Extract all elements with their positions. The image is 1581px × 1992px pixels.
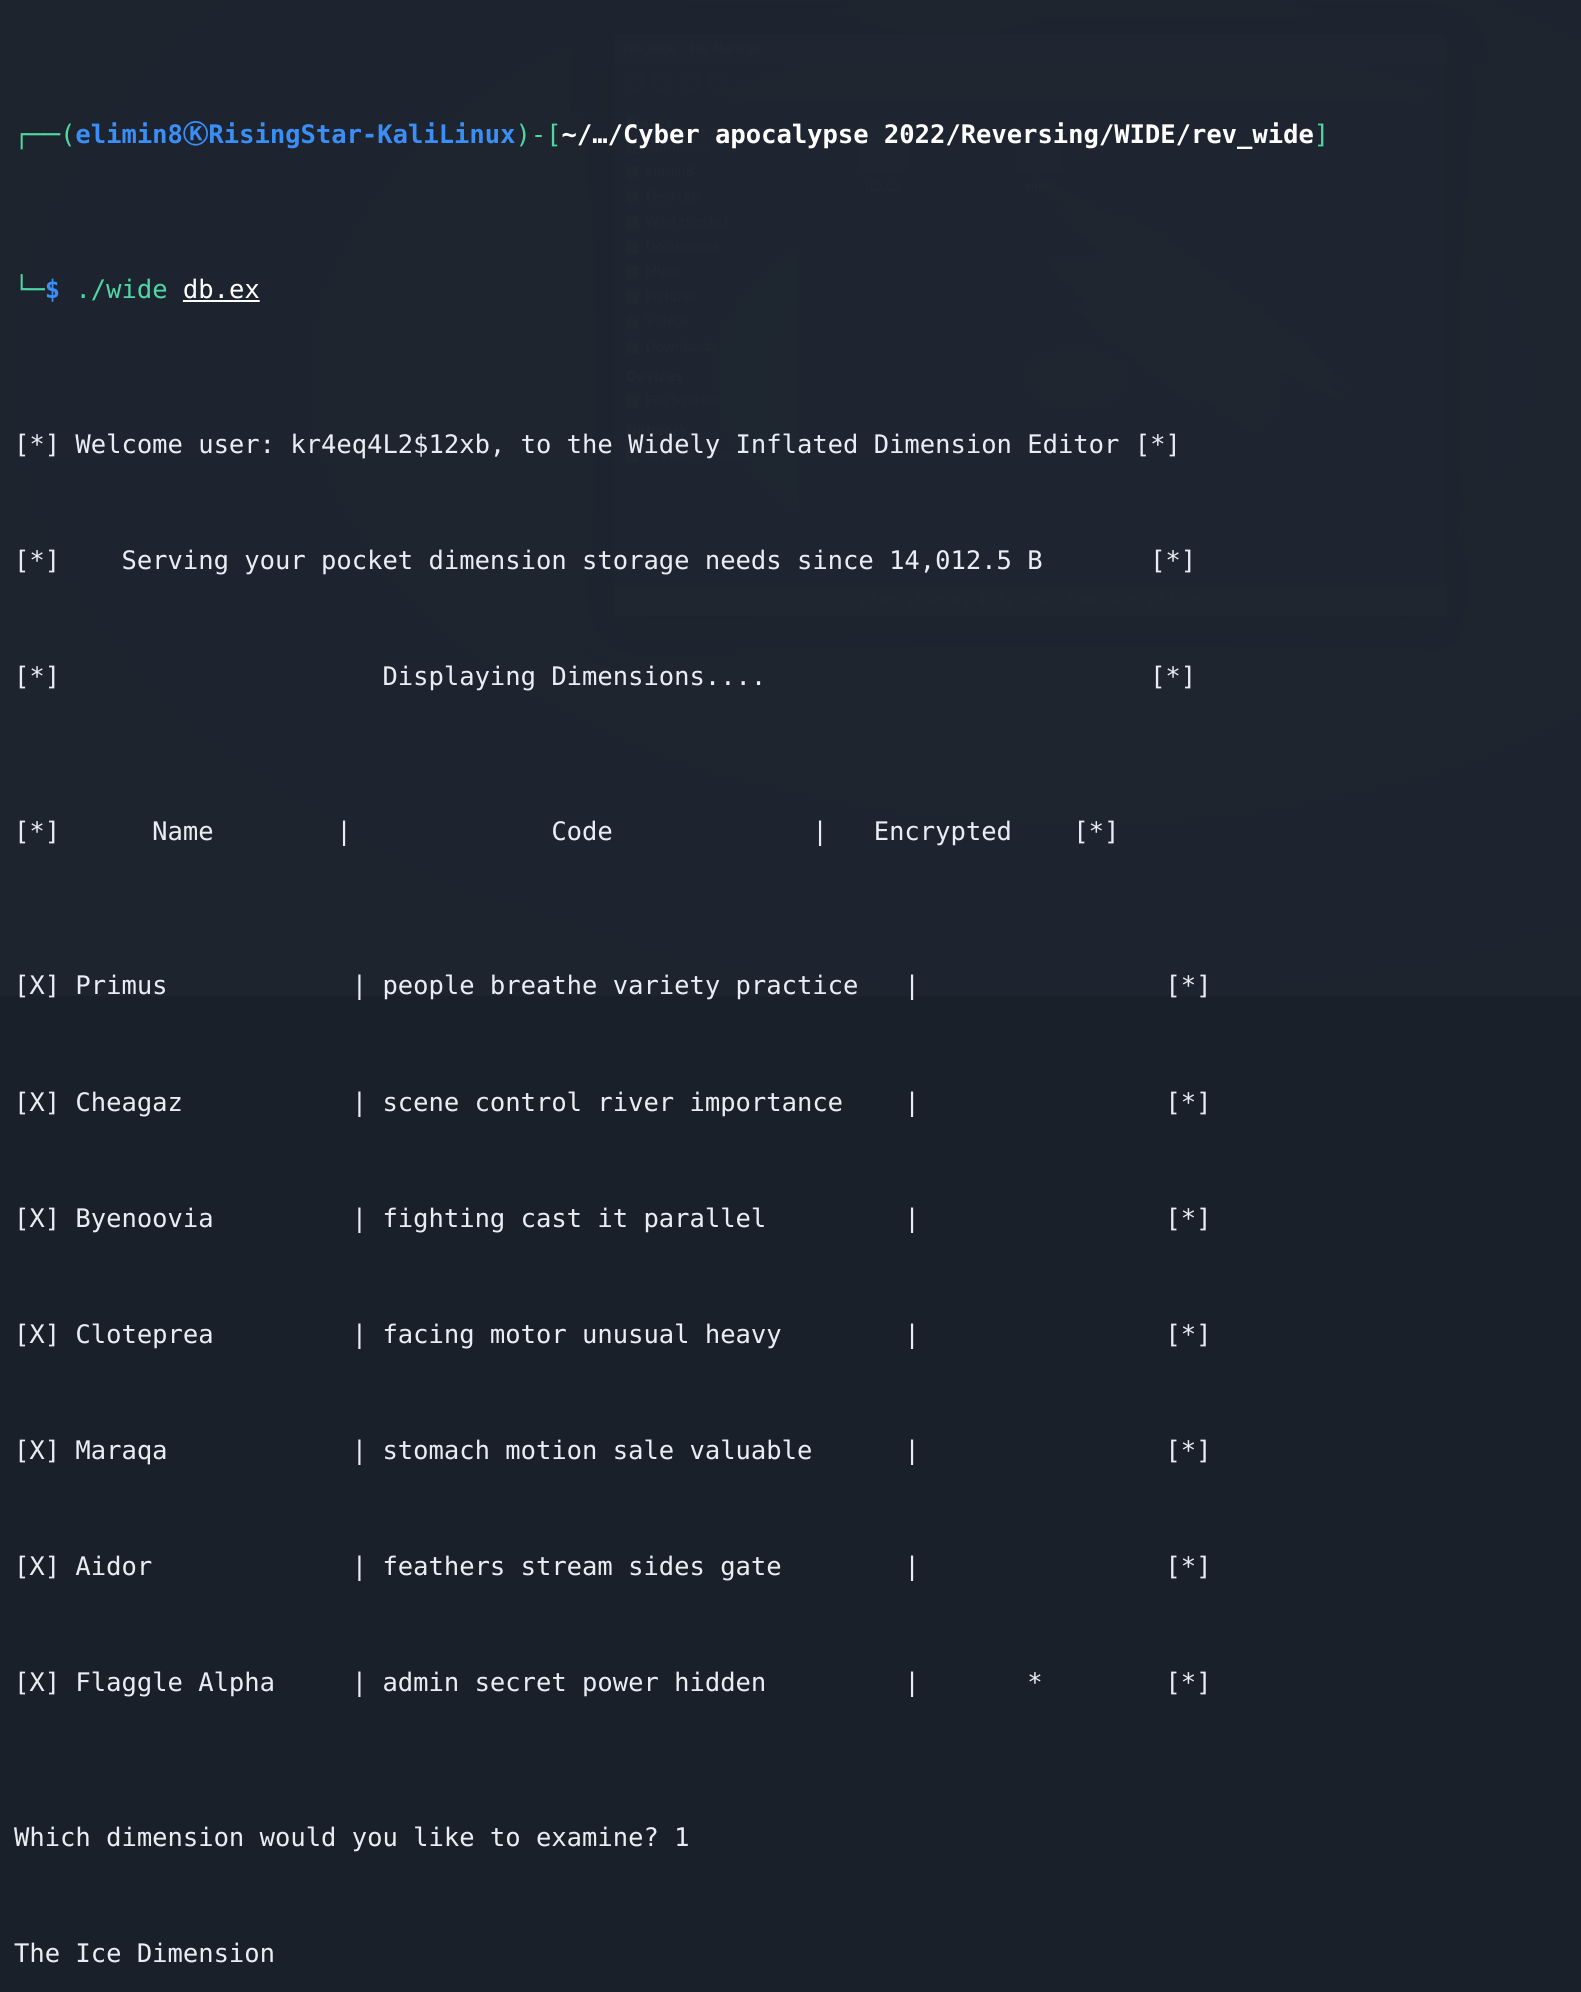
prompt-host: RisingStar-KaliLinux [208,120,515,150]
table-header: [*] Name | Code | Encrypted [*] [14,813,1581,852]
table-row: [X] Cheagaz | scene control river import… [14,1084,1581,1123]
terminal-output[interactable]: ┌──(elimin8ⓀRisingStar-KaliLinux)-[~/…/C… [14,0,1581,1992]
table-row: [X] Cloteprea | facing motor unusual hea… [14,1316,1581,1355]
terminal-window[interactable]: ┌──(elimin8ⓀRisingStar-KaliLinux)-[~/…/C… [0,0,1581,996]
terminal-command-argument: db.ex [183,275,260,305]
prompt-open-paren: ( [60,120,75,150]
table-row: [X] Flaggle Alpha | admin secret power h… [14,1664,1581,1703]
table-row: [X] Maraqa | stomach motion sale valuabl… [14,1432,1581,1471]
prompt-frame-bottom: └─ [14,275,45,305]
prompt-close-paren: ) [515,120,530,150]
banner-line-displaying: [*] Displaying Dimensions.... [*] [14,658,1581,697]
kali-dragon-icon: Ⓚ [183,120,209,150]
banner-line-serving: [*] Serving your pocket dimension storag… [14,542,1581,581]
prompt-dollar: $ [45,275,60,305]
banner-line-welcome: [*] Welcome user: kr4eq4L2$12xb, to the … [14,426,1581,465]
terminal-command: ./wide [75,275,167,305]
prompt-path: ~/…/Cyber apocalypse 2022/Reversing/WIDE… [562,120,1314,150]
session-result: The Ice Dimension [14,1935,1581,1974]
prompt-frame-top: ┌── [14,120,60,150]
prompt-dash: - [531,120,546,150]
prompt-path-close: ] [1314,120,1329,150]
prompt-user: elimin8 [75,120,182,150]
prompt-line-top: ┌──(elimin8ⓀRisingStar-KaliLinux)-[~/…/C… [14,116,1581,155]
prompt-path-open: [ [546,120,561,150]
table-row: [X] Byenoovia | fighting cast it paralle… [14,1200,1581,1239]
prompt-line-command: └─$ ./wide db.ex [14,271,1581,310]
table-row: [X] Aidor | feathers stream sides gate |… [14,1548,1581,1587]
table-row: [X] Primus | people breathe variety prac… [14,967,1581,1006]
session-question: Which dimension would you like to examin… [14,1819,1581,1858]
